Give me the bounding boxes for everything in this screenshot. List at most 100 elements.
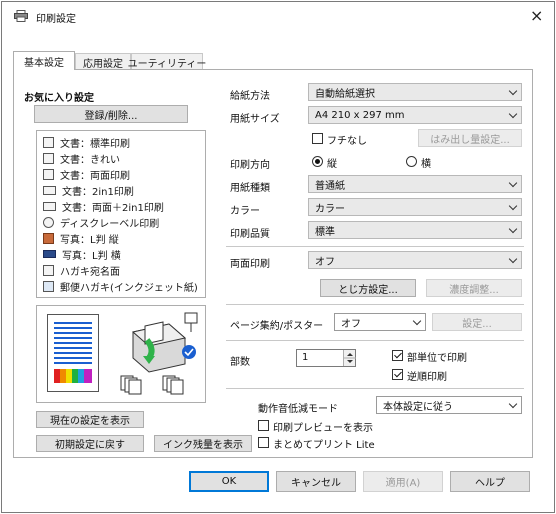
- reset-default-button[interactable]: 初期設定に戻す: [36, 435, 144, 452]
- duplex-label: 両面印刷: [230, 259, 270, 270]
- list-item[interactable]: 文書：両面印刷: [43, 167, 130, 182]
- quiet-mode-value: 本体設定に従う: [383, 401, 453, 413]
- favorites-heading: お気に入り設定: [24, 93, 94, 104]
- stepper-buttons[interactable]: [343, 350, 356, 366]
- cancel-button[interactable]: キャンセル: [276, 471, 356, 492]
- two-in-one-icon: [43, 185, 56, 195]
- multipage-value: オフ: [341, 318, 361, 330]
- chevron-down-icon: [508, 399, 518, 409]
- list-item-label: 文書：両面印刷: [60, 170, 130, 182]
- ok-button[interactable]: OK: [189, 471, 269, 492]
- copies-stepper[interactable]: 1: [296, 349, 356, 367]
- printer-duplex-icon: [119, 312, 203, 398]
- apply-label: 適用(A): [385, 478, 421, 489]
- close-icon[interactable]: ×: [530, 6, 543, 25]
- list-item[interactable]: 文書：標準印刷: [43, 135, 130, 150]
- overflow-settings-label: はみ出し量設定...: [430, 134, 510, 146]
- color-select[interactable]: カラー: [308, 198, 522, 216]
- copies-value: 1: [302, 352, 309, 363]
- tab-utility-label: ユーティリティー: [127, 58, 207, 70]
- borderless-checkbox[interactable]: [312, 133, 323, 144]
- list-item[interactable]: 文書：きれい: [43, 151, 120, 166]
- print-quality-value: 標準: [315, 226, 335, 238]
- binding-settings-button[interactable]: とじ方設定...: [320, 279, 416, 297]
- list-item[interactable]: 写真：L判 縦: [43, 231, 119, 246]
- print-lite-checkbox[interactable]: [258, 437, 269, 448]
- orientation-portrait-radio[interactable]: [312, 156, 323, 167]
- divider: [226, 304, 524, 305]
- title-bar: 印刷設定 ×: [2, 2, 554, 30]
- help-button[interactable]: ヘルプ: [450, 471, 530, 492]
- collate-checkbox[interactable]: [392, 350, 403, 361]
- apply-button[interactable]: 適用(A): [363, 471, 443, 492]
- document-icon: [43, 168, 54, 180]
- document-icon: [43, 152, 54, 164]
- tab-panel: お気に入り設定 登録/削除... 文書：標準印刷 文書：きれい 文書：両面印刷 …: [13, 69, 533, 458]
- print-quality-select[interactable]: 標準: [308, 221, 522, 239]
- density-adjust-button[interactable]: 濃度調整...: [426, 279, 522, 297]
- orientation-landscape-radio[interactable]: [406, 156, 417, 167]
- postcard-icon: [43, 264, 54, 276]
- orientation-portrait-label: 縦: [327, 159, 337, 170]
- list-item[interactable]: 文書：両面＋2in1印刷: [43, 199, 164, 214]
- tab-advanced[interactable]: 応用設定: [75, 53, 131, 70]
- divider: [226, 388, 524, 389]
- list-item[interactable]: 郵便ハガキ(インクジェット紙): [43, 279, 198, 294]
- multipage-settings-button[interactable]: 設定...: [432, 313, 522, 331]
- color-label: カラー: [230, 206, 260, 217]
- print-preview: [36, 305, 206, 403]
- orientation-landscape-label: 横: [421, 159, 431, 170]
- paper-source-select[interactable]: 自動給紙選択: [308, 83, 522, 101]
- multipage-select[interactable]: オフ: [334, 313, 426, 331]
- overflow-settings-button[interactable]: はみ出し量設定...: [418, 129, 522, 147]
- collate-label: 部単位で印刷: [407, 353, 467, 364]
- list-item[interactable]: 文書：2in1印刷: [43, 183, 134, 198]
- tab-advanced-label: 応用設定: [83, 58, 123, 70]
- favorites-list[interactable]: 文書：標準印刷 文書：きれい 文書：両面印刷 文書：2in1印刷 文書：両面＋2…: [36, 130, 206, 298]
- show-ink-level-label: インク残量を表示: [163, 440, 243, 451]
- paper-type-value: 普通紙: [315, 180, 345, 192]
- list-item[interactable]: 写真：L判 横: [43, 247, 121, 262]
- reset-default-label: 初期設定に戻す: [55, 440, 125, 451]
- photo-portrait-icon: [43, 232, 54, 244]
- duplex-select[interactable]: オフ: [308, 251, 522, 269]
- paper-source-label: 給紙方法: [230, 91, 270, 102]
- tab-basic-label: 基本設定: [24, 57, 64, 69]
- list-item-label: ディスクレーベル印刷: [60, 218, 160, 230]
- postcard-icon: [43, 280, 54, 292]
- show-ink-level-button[interactable]: インク残量を表示: [154, 435, 252, 452]
- register-delete-button[interactable]: 登録/削除...: [34, 105, 188, 123]
- paper-size-select[interactable]: A4 210 x 297 mm: [308, 106, 522, 124]
- window-title: 印刷設定: [36, 14, 76, 25]
- quiet-mode-label: 動作音低減モード: [258, 404, 338, 415]
- orientation-label: 印刷方向: [230, 160, 270, 171]
- multipage-label: ページ集約/ポスター: [230, 321, 324, 332]
- ok-label: OK: [221, 476, 237, 487]
- show-current-settings-button[interactable]: 現在の設定を表示: [36, 411, 144, 428]
- paper-size-label: 用紙サイズ: [230, 114, 280, 125]
- chevron-down-icon: [508, 254, 518, 264]
- reverse-order-checkbox[interactable]: [392, 369, 403, 380]
- multipage-settings-label: 設定...: [462, 318, 492, 330]
- show-current-settings-label: 現在の設定を表示: [50, 416, 130, 427]
- print-quality-label: 印刷品質: [230, 229, 270, 240]
- show-preview-checkbox[interactable]: [258, 420, 269, 431]
- divider: [226, 246, 524, 247]
- printer-icon: [14, 10, 28, 22]
- disc-icon: [43, 216, 54, 228]
- cancel-label: キャンセル: [291, 478, 341, 489]
- copies-label: 部数: [230, 357, 250, 368]
- divider: [226, 340, 524, 341]
- list-item-label: 文書：きれい: [60, 154, 120, 166]
- list-item-label: 文書：両面＋2in1印刷: [62, 202, 164, 214]
- list-item[interactable]: ハガキ宛名面: [43, 263, 120, 278]
- paper-type-select[interactable]: 普通紙: [308, 175, 522, 193]
- document-icon: [43, 136, 54, 148]
- tab-basic[interactable]: 基本設定: [13, 51, 75, 70]
- tab-utility[interactable]: ユーティリティー: [128, 53, 206, 70]
- photo-landscape-icon: [43, 250, 56, 258]
- quiet-mode-select[interactable]: 本体設定に従う: [376, 396, 522, 414]
- list-item[interactable]: ディスクレーベル印刷: [43, 215, 160, 230]
- print-lite-label: まとめてプリント Lite: [273, 440, 375, 451]
- print-settings-window: 印刷設定 × 基本設定 応用設定 ユーティリティー お気に入り設定 登録/削除.…: [1, 1, 555, 513]
